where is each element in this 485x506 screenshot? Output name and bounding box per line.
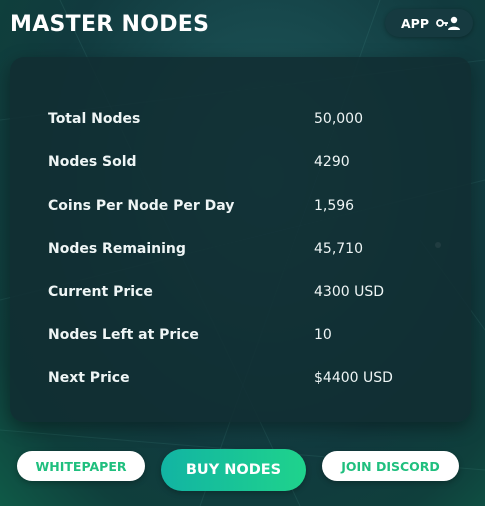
stat-row-nodes-left-at-price: Nodes Left at Price 10: [48, 323, 458, 347]
stat-row-nodes-remaining: Nodes Remaining 45,710: [48, 237, 458, 261]
stat-value: 4290: [314, 154, 350, 170]
stat-value: $4400 USD: [314, 370, 393, 386]
stat-label: Current Price: [48, 284, 153, 300]
app-button-label: APP: [401, 15, 429, 31]
join-discord-button[interactable]: JOIN DISCORD: [322, 451, 459, 481]
stat-label: Nodes Remaining: [48, 241, 186, 257]
stat-value: 10: [314, 327, 332, 343]
stat-row-current-price: Current Price 4300 USD: [48, 280, 458, 304]
stat-row-next-price: Next Price $4400 USD: [48, 366, 458, 390]
stat-value: 1,596: [314, 198, 355, 214]
stat-label: Coins Per Node Per Day: [48, 198, 235, 214]
stat-row-total-nodes: Total Nodes 50,000: [48, 107, 458, 131]
page-title: MASTER NODES: [10, 12, 210, 37]
user-key-icon: [436, 16, 460, 30]
whitepaper-button[interactable]: WHITEPAPER: [17, 451, 145, 481]
stat-label: Nodes Left at Price: [48, 327, 199, 343]
header: MASTER NODES APP: [10, 8, 475, 42]
stat-value: 50,000: [314, 111, 363, 127]
stat-label: Total Nodes: [48, 111, 141, 127]
app-button[interactable]: APP: [385, 9, 473, 37]
stat-row-nodes-sold: Nodes Sold 4290: [48, 150, 458, 174]
stat-row-coins-per-node: Coins Per Node Per Day 1,596: [48, 194, 458, 218]
node-stats-card: Total Nodes 50,000 Nodes Sold 4290 Coins…: [10, 57, 471, 422]
stat-label: Next Price: [48, 370, 130, 386]
stat-value: 45,710: [314, 241, 363, 257]
stat-label: Nodes Sold: [48, 154, 137, 170]
buy-nodes-button[interactable]: BUY NODES: [161, 449, 306, 491]
stat-value: 4300 USD: [314, 284, 384, 300]
